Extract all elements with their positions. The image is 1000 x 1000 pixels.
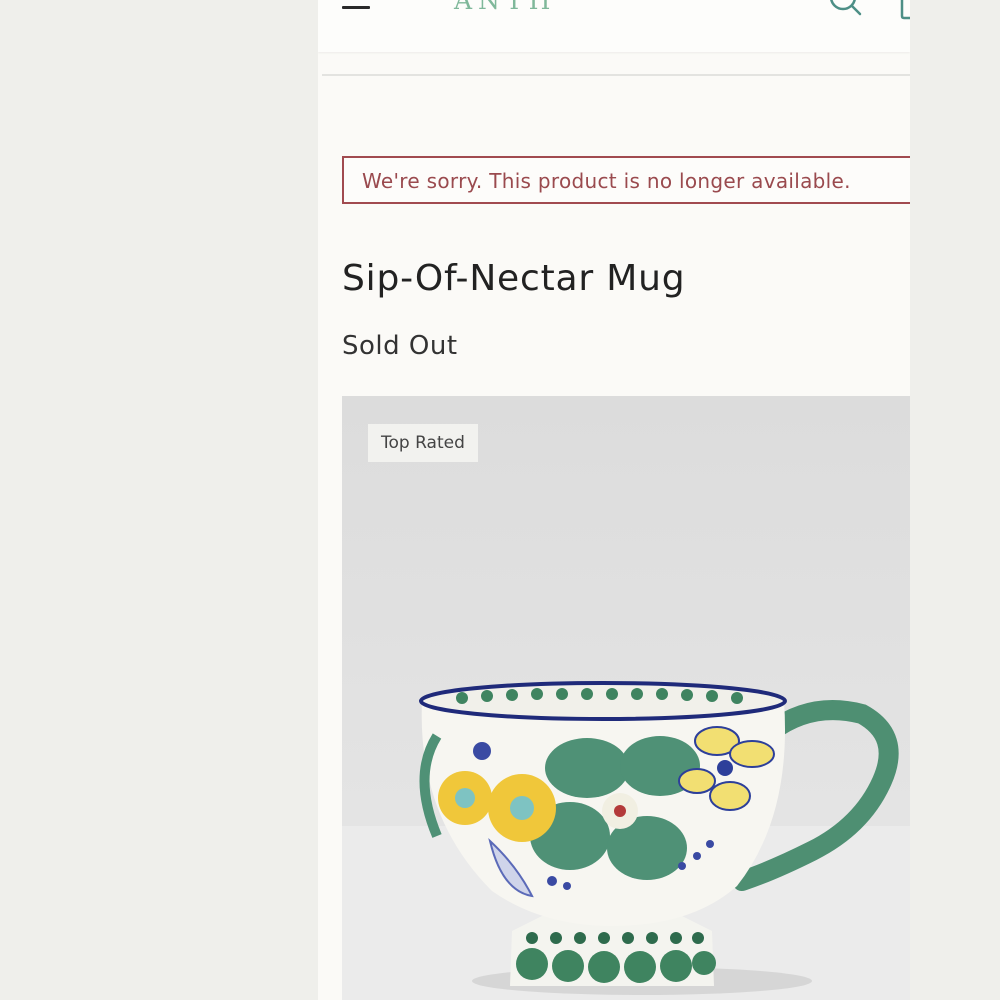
product-title: Sip-Of-Nectar Mug xyxy=(342,258,686,299)
unavailable-alert: We're sorry. This product is no longer a… xyxy=(342,156,910,204)
header-divider xyxy=(322,74,910,76)
site-header: ANTH xyxy=(318,0,910,52)
stock-status: Sold Out xyxy=(342,331,458,361)
alert-message: We're sorry. This product is no longer a… xyxy=(362,169,851,193)
product-image[interactable]: Top Rated xyxy=(342,396,910,1000)
hamburger-menu-icon[interactable] xyxy=(342,0,372,14)
mug-image xyxy=(342,396,910,1000)
product-page: ANTH We're sorry. This product is no lon… xyxy=(318,0,910,1000)
shopping-bag-icon[interactable] xyxy=(898,0,910,20)
site-logo[interactable]: ANTH xyxy=(454,0,556,15)
top-rated-badge: Top Rated xyxy=(368,424,478,462)
search-icon[interactable] xyxy=(826,0,866,22)
